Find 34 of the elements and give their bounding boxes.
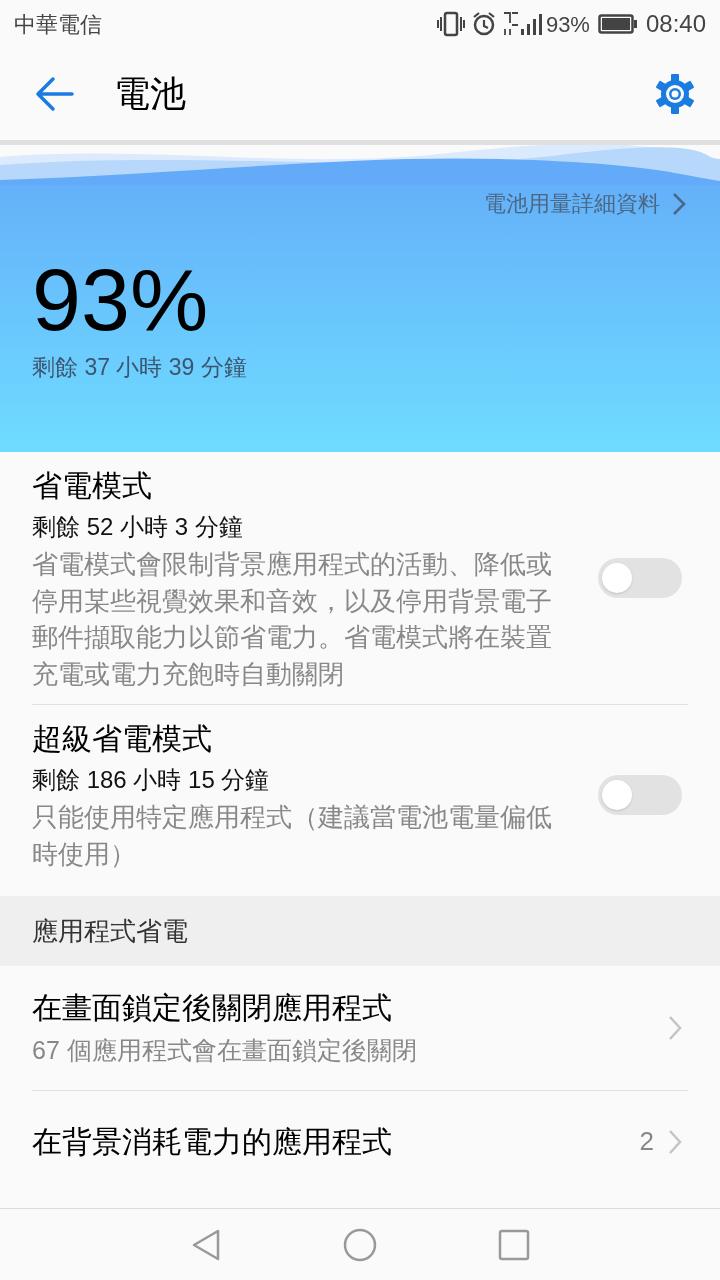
battery-percentage-large: 93% [32,256,210,344]
list-item[interactable]: 在背景消耗電力的應用程式 2 [32,1090,688,1192]
alarm-icon [471,11,496,37]
setting-description: 省電模式會限制背景應用程式的活動、降低或停用某些視覺效果和音效，以及停用背景電子郵件擷取能力以節省電力。省電模式將在裝置充電或電力充飽時自動關閉 [32,549,553,690]
chevron-right-icon [668,1015,682,1041]
page-title: 電池 [114,72,186,116]
recents-square-icon [497,1228,530,1261]
chevron-right-icon [668,1128,682,1155]
item-title: 在畫面鎖定後關閉應用程式 [32,990,393,1026]
toggle-switch[interactable] [598,774,682,815]
back-arrow-icon [34,76,74,112]
item-subtitle: 67 個應用程式會在畫面鎖定後關閉 [32,1035,418,1066]
settings-icon [654,73,696,115]
recents-nav-button[interactable] [497,1228,530,1261]
remaining-time: 剩餘 37 小時 39 分鐘 [32,353,248,382]
remaining-time: 剩餘 186 小時 15 分鐘 [32,765,271,795]
home-nav-button[interactable] [343,1227,377,1262]
item-title: 在背景消耗電力的應用程式 [32,1123,393,1160]
battery-icon [597,14,638,34]
home-circle-icon [343,1227,377,1262]
battery-percentage: 93% [545,10,590,39]
item-count: 2 [639,1125,654,1158]
section-header: 應用程式省電 [32,914,188,948]
vibrate-icon [435,11,466,37]
list-item[interactable]: 在畫面鎖定後關閉應用程式 67 個應用程式會在畫面鎖定後關閉 [32,966,688,1090]
signal-icon [501,11,544,37]
setting-title: 省電模式 [32,468,153,504]
chevron-right-icon [672,191,686,216]
setting-title: 超級省電模式 [32,721,213,757]
remaining-time: 剩餘 52 小時 3 分鐘 [32,512,244,542]
carrier-name: 中華電信 [14,10,102,39]
toggle-switch[interactable] [598,558,682,598]
setting-description: 只能使用特定應用程式（建議當電池電量偏低時使用） [32,802,553,870]
clock-time: 08:40 [645,9,706,39]
